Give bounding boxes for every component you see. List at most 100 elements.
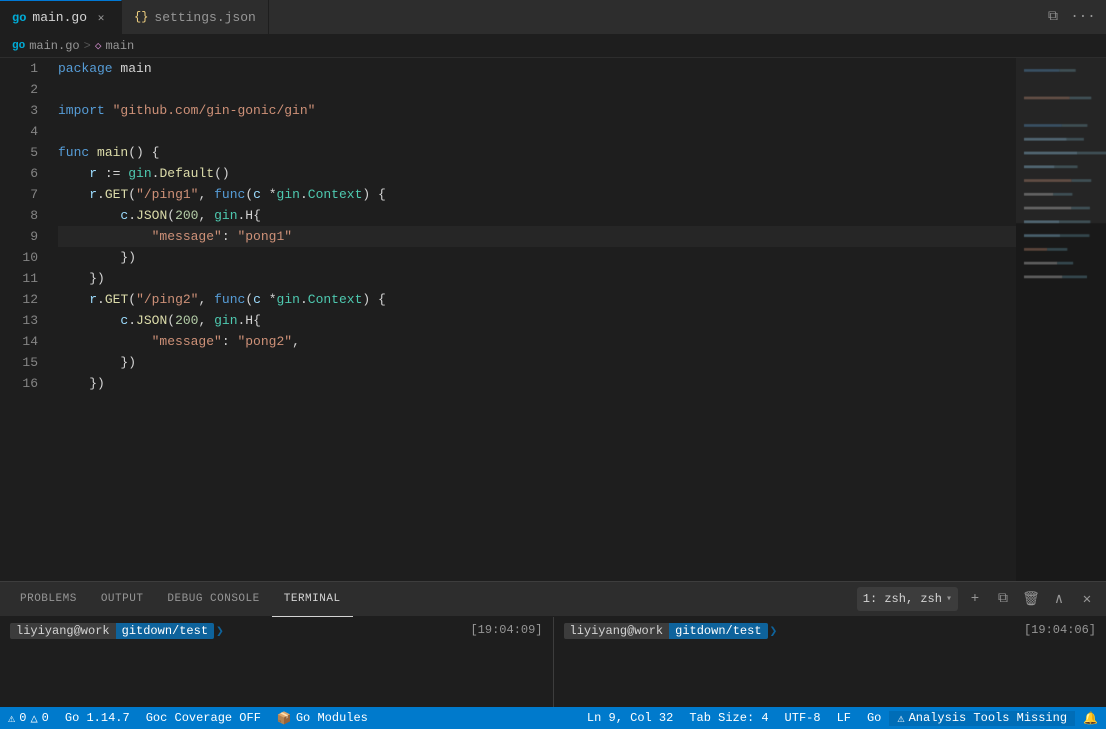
token: JSON xyxy=(136,313,167,328)
tab-main-go-close[interactable]: ✕ xyxy=(93,10,109,26)
status-tab-size[interactable]: Tab Size: 4 xyxy=(681,711,776,725)
token: ) { xyxy=(362,292,385,307)
code-line-2[interactable] xyxy=(58,79,1016,100)
token: gin xyxy=(214,208,237,223)
code-line-3[interactable]: import "github.com/gin-gonic/gin" xyxy=(58,100,1016,121)
token: : xyxy=(222,229,238,244)
token: main xyxy=(113,61,152,76)
terminal-1-path: gitdown/test xyxy=(116,623,214,639)
status-encoding[interactable]: UTF-8 xyxy=(777,711,829,725)
terminal-2-prompt: liyiyang@work gitdown/test ❯ xyxy=(564,623,778,639)
code-line-13[interactable]: c.JSON(200, gin.H{ xyxy=(58,310,1016,331)
token: . xyxy=(300,292,308,307)
panel-tab-output[interactable]: OUTPUT xyxy=(89,582,156,617)
terminal-pane-1[interactable]: [19:04:09] liyiyang@work gitdown/test ❯ xyxy=(0,617,554,707)
terminal-dropdown-icon: ▾ xyxy=(946,593,952,605)
tab-main-go[interactable]: go main.go ✕ xyxy=(0,0,122,34)
token: ( xyxy=(128,187,136,202)
token: . xyxy=(128,313,136,328)
terminal-2-timestamp: [19:04:06] xyxy=(1024,623,1096,637)
terminal-1-timestamp: [19:04:09] xyxy=(470,623,542,637)
status-position[interactable]: Ln 9, Col 32 xyxy=(579,711,681,725)
code-line-6[interactable]: r := gin.Default() xyxy=(58,163,1016,184)
token xyxy=(58,229,152,244)
bell-icon: 🔔 xyxy=(1083,711,1098,726)
token: r xyxy=(89,187,97,202)
token: c xyxy=(253,187,261,202)
token: "pong2" xyxy=(237,334,292,349)
status-goc-coverage[interactable]: Goc Coverage OFF xyxy=(138,707,269,729)
add-terminal-button[interactable]: + xyxy=(964,588,986,610)
code-line-10[interactable]: }) xyxy=(58,247,1016,268)
code-line-12[interactable]: r.GET("/ping2", func(c *gin.Context) { xyxy=(58,289,1016,310)
status-go-version[interactable]: Go 1.14.7 xyxy=(57,707,138,729)
code-line-16[interactable]: }) xyxy=(58,373,1016,394)
token: ( xyxy=(128,292,136,307)
code-line-15[interactable]: }) xyxy=(58,352,1016,373)
code-line-5[interactable]: func main() { xyxy=(58,142,1016,163)
terminal-2-arrow: ❯ xyxy=(770,624,778,639)
token: "/ping1" xyxy=(136,187,198,202)
terminal-pane-2[interactable]: [19:04:06] liyiyang@work gitdown/test ❯ xyxy=(554,617,1106,707)
token: func xyxy=(214,187,245,202)
token xyxy=(58,292,89,307)
language-label: Go xyxy=(867,711,881,725)
token: Context xyxy=(308,187,363,202)
tab-settings-json[interactable]: {} settings.json xyxy=(122,0,269,34)
terminal-2-path: gitdown/test xyxy=(669,623,767,639)
terminal-content: [19:04:09] liyiyang@work gitdown/test ❯ … xyxy=(0,617,1106,707)
token: ) { xyxy=(362,187,385,202)
token: : xyxy=(222,334,238,349)
code-line-14[interactable]: "message": "pong2", xyxy=(58,331,1016,352)
panel-tab-debug-console[interactable]: DEBUG CONSOLE xyxy=(155,582,271,617)
token: . xyxy=(97,187,105,202)
token: . xyxy=(300,187,308,202)
kill-terminal-button[interactable]: 🗑 xyxy=(1020,588,1042,610)
breadcrumb-symbol[interactable]: main xyxy=(105,39,134,53)
split-terminal-button[interactable]: ⧉ xyxy=(992,588,1014,610)
token: r xyxy=(89,292,97,307)
status-notifications-bell[interactable]: 🔔 xyxy=(1075,711,1106,726)
status-line-ending[interactable]: LF xyxy=(829,711,859,725)
maximize-panel-button[interactable]: ∧ xyxy=(1048,588,1070,610)
code-line-4[interactable] xyxy=(58,121,1016,142)
code-line-9[interactable]: "message": "pong1" xyxy=(58,226,1016,247)
json-file-icon: {} xyxy=(134,10,148,24)
panel-tab-problems[interactable]: PROBLEMS xyxy=(8,582,89,617)
code-line-7[interactable]: r.GET("/ping1", func(c *gin.Context) { xyxy=(58,184,1016,205)
code-line-1[interactable]: package main xyxy=(58,58,1016,79)
token: 200 xyxy=(175,208,198,223)
token: 200 xyxy=(175,313,198,328)
split-editor-button[interactable]: ⧉ xyxy=(1042,6,1064,28)
go-modules-label: Go Modules xyxy=(296,711,368,725)
close-panel-button[interactable]: ✕ xyxy=(1076,588,1098,610)
token: Context xyxy=(308,292,363,307)
panel-tab-terminal[interactable]: TERMINAL xyxy=(272,582,353,617)
line-number-13: 13 xyxy=(0,310,38,331)
token xyxy=(58,166,89,181)
token: * xyxy=(261,187,277,202)
status-language[interactable]: Go xyxy=(859,711,889,725)
token: () xyxy=(214,166,230,181)
status-analysis-tools[interactable]: ⚠ Analysis Tools Missing xyxy=(889,711,1075,726)
line-number-4: 4 xyxy=(0,121,38,142)
token: }) xyxy=(58,355,136,370)
token: "pong1" xyxy=(237,229,292,244)
code-line-11[interactable]: }) xyxy=(58,268,1016,289)
terminal-dropdown[interactable]: 1: zsh, zsh ▾ xyxy=(857,587,958,611)
line-number-8: 8 xyxy=(0,205,38,226)
more-actions-button[interactable]: ··· xyxy=(1072,6,1094,28)
token: }) xyxy=(58,376,105,391)
token: gin xyxy=(128,166,151,181)
status-go-modules[interactable]: 📦 Go Modules xyxy=(269,707,376,729)
token: r xyxy=(89,166,97,181)
line-ending-label: LF xyxy=(837,711,851,725)
token: package xyxy=(58,61,113,76)
code-content[interactable]: package main import "github.com/gin-goni… xyxy=(50,58,1016,581)
line-number-10: 10 xyxy=(0,247,38,268)
panel-tab-bar: PROBLEMS OUTPUT DEBUG CONSOLE TERMINAL 1… xyxy=(0,582,1106,617)
breadcrumb-file[interactable]: main.go xyxy=(29,39,79,53)
code-line-8[interactable]: c.JSON(200, gin.H{ xyxy=(58,205,1016,226)
token: import xyxy=(58,103,105,118)
status-errors[interactable]: ⚠ 0 △ 0 xyxy=(0,707,57,729)
